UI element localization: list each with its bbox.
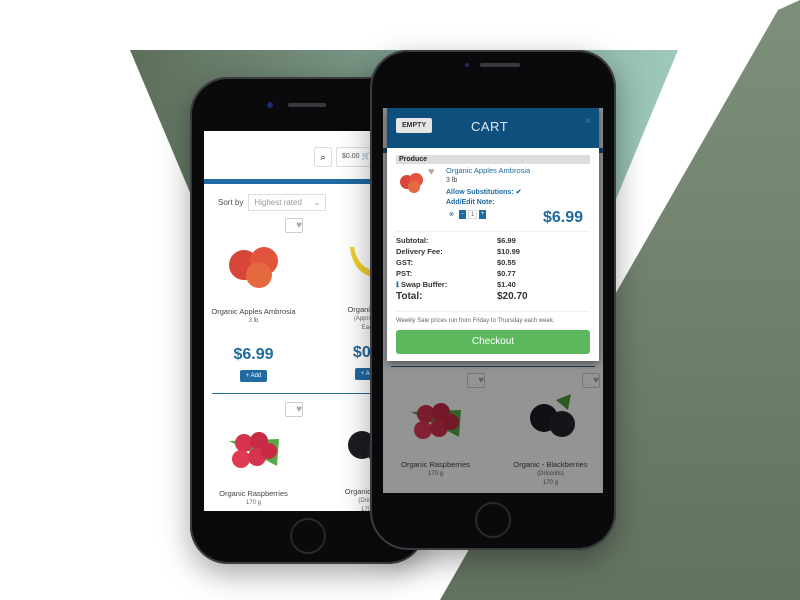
subtotal-label: Subtotal: — [396, 236, 429, 245]
cart-header: EMPTY CART × — [387, 108, 599, 148]
product-name: Organic Apples Ambrosia — [211, 307, 296, 316]
category-header: Produce — [396, 155, 590, 164]
home-button[interactable] — [475, 502, 511, 538]
quantity-stepper: ⊗ - 1 + — [449, 210, 487, 219]
cart-totals: Subtotal: $6.99 Delivery Fee: $10.99 GST: $… — [396, 236, 590, 305]
delivery-fee-value: $10.99 — [497, 247, 520, 256]
home-button[interactable] — [290, 518, 326, 554]
sale-note: Weekly Sale prices run from Friday to Th… — [396, 311, 590, 324]
cart-title: CART — [471, 119, 509, 134]
total-value: $20.70 — [497, 291, 528, 302]
cart-modal: EMPTY CART × Produce ♥ Organic Apples Am… — [387, 108, 599, 361]
speaker — [480, 63, 520, 67]
add-to-cart-button[interactable]: + Add — [239, 370, 268, 382]
cart-total: $0.00 — [342, 153, 360, 160]
close-icon[interactable]: × — [585, 116, 591, 127]
favorite-heart-icon[interactable]: ♥ — [285, 218, 303, 233]
gst-row: GST: $0.55 — [396, 258, 590, 269]
favorite-heart-icon[interactable]: ♥ — [285, 402, 303, 417]
delivery-fee-label: Delivery Fee: — [396, 247, 443, 256]
subtotal-row: Subtotal: $6.99 — [396, 236, 590, 247]
empty-cart-button[interactable]: EMPTY — [396, 118, 433, 133]
cart-item-price: $6.99 — [542, 209, 583, 226]
cart-item-size: 3 lb — [446, 177, 458, 184]
sort-value: Highest rated — [254, 198, 302, 207]
product-card[interactable]: ♥ Organic Raspberries 170 g — [204, 399, 311, 511]
sort-label: Sort by — [218, 198, 244, 207]
pst-label: PST: — [396, 269, 413, 278]
product-name: Organic Raspberries — [219, 489, 288, 498]
apple-thumbnail — [400, 173, 423, 193]
chevron-down-icon: ⌄ — [313, 198, 321, 207]
delivery-fee-row: Delivery Fee: $10.99 — [396, 247, 590, 258]
pst-value: $0.77 — [497, 269, 516, 278]
swap-buffer-value: $1.40 — [497, 280, 516, 289]
cart-icon: 🛒 — [361, 153, 371, 160]
total-label: Total: — [396, 291, 423, 302]
speaker — [288, 103, 326, 107]
product-card[interactable]: ♥ Organic Apples Ambrosia 3 lb $6.99 + A… — [204, 215, 311, 382]
swap-buffer-label: Swap Buffer: — [400, 280, 448, 289]
pst-row: PST: $0.77 — [396, 269, 590, 280]
gst-value: $0.55 — [497, 258, 516, 267]
remove-item-icon[interactable]: ⊗ — [449, 211, 454, 218]
search-button[interactable]: ⌕ — [314, 147, 332, 167]
checkout-button[interactable]: Checkout — [396, 330, 590, 354]
subtotal-value: $6.99 — [497, 236, 516, 245]
phone-right: ♥ Organic Raspberries 170 g ♥ Organic - … — [370, 50, 616, 550]
cart-item-name[interactable]: Organic Apples Ambrosia — [446, 166, 530, 175]
front-camera — [267, 102, 273, 108]
apple-image — [228, 247, 278, 288]
gst-label: GST: — [396, 258, 414, 267]
cart-screen: ♥ Organic Raspberries 170 g ♥ Organic - … — [383, 108, 603, 493]
swap-buffer-row: ℹ Swap Buffer: $1.40 — [396, 280, 590, 291]
search-icon: ⌕ — [320, 152, 326, 162]
increase-quantity-button[interactable]: + — [479, 210, 487, 219]
front-camera — [465, 63, 469, 67]
product-size: 170 g — [245, 500, 261, 506]
favorite-heart-icon[interactable]: ♥ — [428, 166, 435, 178]
raspberry-image — [228, 432, 279, 468]
cart-item: ♥ Organic Apples Ambrosia 3 lb Allow Sub… — [396, 164, 590, 232]
edit-note-link[interactable]: Add/Edit Note: — [446, 199, 495, 206]
total-row: Total: $20.70 — [396, 291, 590, 305]
allow-substitutions-toggle[interactable]: Allow Substitutions: ✔ — [446, 188, 521, 196]
product-price: $6.99 — [233, 346, 274, 363]
sort-select[interactable]: Highest rated ⌄ — [248, 194, 327, 211]
info-icon[interactable]: ℹ — [396, 280, 399, 289]
quantity-input[interactable]: 1 — [468, 210, 478, 219]
product-size: 3 lb — [248, 318, 259, 324]
decrease-quantity-button[interactable]: - — [459, 210, 467, 219]
